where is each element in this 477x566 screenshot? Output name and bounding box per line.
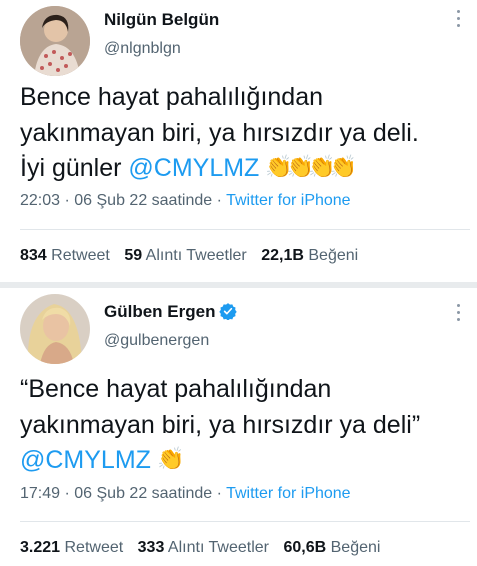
avatar-image xyxy=(20,294,90,364)
display-name[interactable]: Gülben Ergen xyxy=(104,302,238,322)
avatar[interactable] xyxy=(20,6,90,76)
tweet-text-line: “Bence hayat pahalılığından xyxy=(20,375,332,403)
tweet-stats: 3.221 Retweet 333 Alıntı Tweetler 60,6B … xyxy=(20,539,380,557)
tweet-timestamp[interactable]: 17:49 · 06 Şub 22 saatinde · xyxy=(20,485,226,502)
tweet-text-line: Bence hayat pahalılığından xyxy=(20,83,324,111)
display-name[interactable]: Nilgün Belgün xyxy=(104,10,219,30)
verified-badge-icon xyxy=(219,303,238,320)
tweet-text-line: yakınmayan biri, ya hırsızdır ya deli” xyxy=(20,411,421,439)
tweet-text-line: yakınmayan biri, ya hırsızdır ya deli. xyxy=(20,119,419,147)
tweet-source-link[interactable]: Twitter for iPhone xyxy=(226,485,351,502)
more-options-icon[interactable] xyxy=(455,10,461,34)
tweet-metadata: 17:49 · 06 Şub 22 saatinde · Twitter for… xyxy=(20,485,351,503)
mention-link[interactable]: @CMYLMZ xyxy=(128,154,259,182)
tweet-text-line: @CMYLMZ 👏 xyxy=(20,442,184,477)
clapping-hands-emoji: 👏 xyxy=(156,446,185,471)
retweet-stat[interactable]: 834 Retweet xyxy=(20,247,110,264)
like-stat[interactable]: 60,6B Beğeni xyxy=(283,539,380,556)
display-name-text: Gülben Ergen xyxy=(104,302,216,321)
avatar[interactable] xyxy=(20,294,90,364)
clapping-hands-emoji: 👏👏👏👏 xyxy=(265,154,357,179)
quote-stat[interactable]: 333 Alıntı Tweetler xyxy=(138,539,269,556)
tweet-timestamp[interactable]: 22:03 · 06 Şub 22 saatinde · xyxy=(20,192,226,209)
divider xyxy=(20,521,470,522)
avatar-image xyxy=(20,6,90,76)
tweet-metadata: 22:03 · 06 Şub 22 saatinde · Twitter for… xyxy=(20,192,351,210)
tweet-stats: 834 Retweet 59 Alıntı Tweetler 22,1B Beğ… xyxy=(20,247,358,265)
more-options-icon[interactable] xyxy=(455,304,461,328)
like-stat[interactable]: 22,1B Beğeni xyxy=(261,247,358,264)
tweet-card[interactable]: Gülben Ergen @gulbenergen “Bence hayat p… xyxy=(0,288,477,566)
user-handle[interactable]: @nlgnblgn xyxy=(104,40,181,58)
divider xyxy=(20,229,470,230)
user-handle[interactable]: @gulbenergen xyxy=(104,332,209,350)
tweet-text-line: İyi günler @CMYLMZ 👏👏👏👏 xyxy=(20,150,357,185)
tweet-source-link[interactable]: Twitter for iPhone xyxy=(226,192,351,209)
tweet-text-greeting: İyi günler xyxy=(20,154,129,182)
mention-link[interactable]: @CMYLMZ xyxy=(20,446,151,474)
retweet-stat[interactable]: 3.221 Retweet xyxy=(20,539,123,556)
tweet-card[interactable]: Nilgün Belgün @nlgnblgn Bence hayat paha… xyxy=(0,0,477,282)
quote-stat[interactable]: 59 Alıntı Tweetler xyxy=(124,247,246,264)
